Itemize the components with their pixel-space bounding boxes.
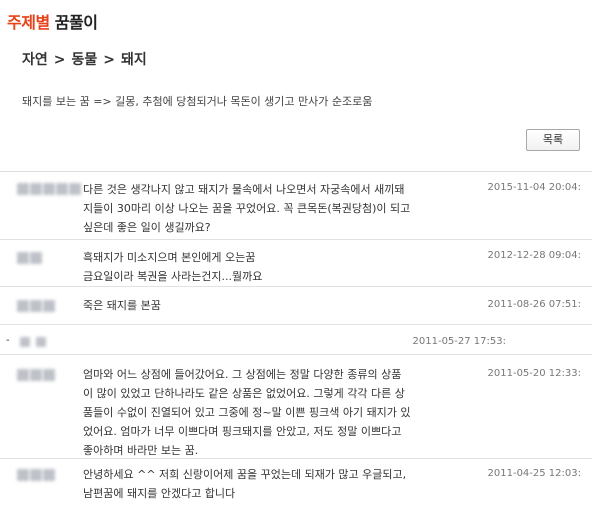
breadcrumb-item-pig[interactable]: 돼지 bbox=[121, 52, 147, 68]
comment-date: 2011-04-25 12:03: bbox=[487, 468, 581, 479]
list-item: 흑돼지가 미소지으며 본인에게 오는꿈 금요일이라 복권을 사라는건지...뭘까… bbox=[0, 240, 592, 287]
dream-description: 돼지를 보는 꿈 => 길몽, 추첨에 당첨되거나 목돈이 생기고 만사가 순조… bbox=[22, 95, 373, 108]
page-title: 주제별 꿈풀이 bbox=[7, 9, 98, 33]
comment-date: 2011-05-20 12:33: bbox=[487, 368, 581, 379]
comment-date: 2011-08-26 07:51: bbox=[487, 299, 581, 310]
breadcrumb-item-animal[interactable]: 동물 bbox=[72, 52, 98, 68]
author-name-blurred bbox=[20, 337, 46, 349]
comment-content: 죽은 돼지를 본꿈 bbox=[83, 299, 161, 312]
author-name-blurred bbox=[17, 252, 42, 264]
comment-list: 다른 것은 생각나지 않고 돼지가 물속에서 나오면서 자궁속에서 새끼돼 지들… bbox=[0, 171, 592, 505]
comment-content: 엄마와 어느 상점에 들어갔어요. 그 상점에는 정말 다양한 종류의 상품 이… bbox=[83, 368, 411, 457]
list-button[interactable]: 목록 bbox=[526, 129, 580, 151]
comment-content: 흑돼지가 미소지으며 본인에게 오는꿈 금요일이라 복권을 사라는건지...뭘까… bbox=[83, 251, 263, 283]
author-name-blurred bbox=[17, 469, 55, 481]
comment-content: 다른 것은 생각나지 않고 돼지가 물속에서 나오면서 자궁속에서 새끼돼 지들… bbox=[83, 183, 411, 234]
title-main: 꿈풀이 bbox=[54, 13, 98, 32]
list-item: 안녕하세요 ^^ 저희 신랑이어제 꿈을 꾸었는데 되재가 많고 우글되고, 남… bbox=[0, 459, 592, 505]
item-dash: - bbox=[6, 335, 10, 346]
author-name-blurred bbox=[17, 183, 81, 195]
page: 주제별 꿈풀이 자연 > 동물 > 돼지 돼지를 보는 꿈 => 길몽, 추첨에 당첨되… bbox=[0, 0, 592, 506]
list-item: - 2011-05-27 17:53: bbox=[0, 325, 592, 355]
breadcrumb-separator: > bbox=[103, 52, 115, 68]
comment-content: 안녕하세요 ^^ 저희 신랑이어제 꿈을 꾸었는데 되재가 많고 우글되고, 남… bbox=[83, 468, 407, 500]
comment-date: 2015-11-04 20:04: bbox=[487, 182, 581, 193]
author-name-blurred bbox=[17, 300, 55, 312]
breadcrumb-item-nature[interactable]: 자연 bbox=[22, 52, 48, 68]
breadcrumb: 자연 > 동물 > 돼지 bbox=[22, 49, 147, 69]
author-name-blurred bbox=[17, 369, 55, 381]
list-item: 죽은 돼지를 본꿈 2011-08-26 07:51: bbox=[0, 287, 592, 325]
title-accent: 주제별 bbox=[7, 13, 50, 32]
list-item: 다른 것은 생각나지 않고 돼지가 물속에서 나오면서 자궁속에서 새끼돼 지들… bbox=[0, 172, 592, 240]
comment-date: 2011-05-27 17:53: bbox=[412, 336, 506, 347]
comment-date: 2012-12-28 09:04: bbox=[487, 250, 581, 261]
list-item: 엄마와 어느 상점에 들어갔어요. 그 상점에는 정말 다양한 종류의 상품 이… bbox=[0, 355, 592, 459]
breadcrumb-separator: > bbox=[53, 52, 66, 68]
